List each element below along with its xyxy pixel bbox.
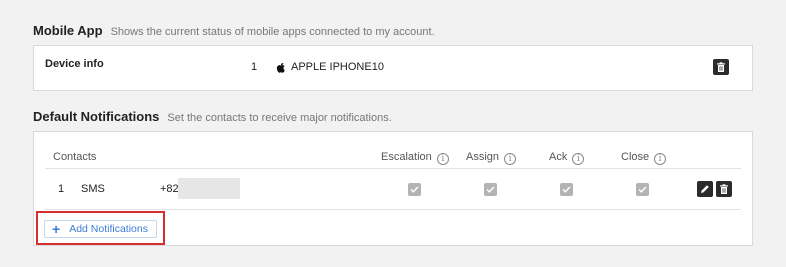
mobile-app-title: Mobile App bbox=[33, 23, 103, 38]
row-type: SMS bbox=[81, 183, 105, 195]
table-row: 1 SMS +82 bbox=[34, 169, 752, 209]
check-icon bbox=[562, 186, 571, 193]
add-notifications-label: Add Notifications bbox=[69, 223, 148, 235]
check-icon bbox=[486, 186, 495, 193]
close-checkbox[interactable] bbox=[636, 183, 649, 196]
column-ack: Ack i bbox=[549, 151, 585, 165]
column-close-label: Close bbox=[621, 151, 650, 163]
column-escalation: Escalation i bbox=[381, 151, 449, 165]
row-index: 1 bbox=[58, 183, 65, 195]
device-name: APPLE IPHONE10 bbox=[291, 61, 384, 73]
notifications-title: Default Notifications bbox=[33, 109, 160, 124]
check-icon bbox=[410, 186, 419, 193]
escalation-checkbox[interactable] bbox=[408, 183, 421, 196]
device-index: 1 bbox=[251, 61, 258, 73]
delete-device-button[interactable] bbox=[713, 59, 729, 75]
device-card: Device info 1 APPLE IPHONE10 bbox=[33, 45, 753, 91]
mobile-app-description: Shows the current status of mobile apps … bbox=[110, 26, 435, 38]
notifications-description: Set the contacts to receive major notifi… bbox=[167, 112, 392, 124]
apple-icon bbox=[276, 60, 286, 73]
column-ack-label: Ack bbox=[549, 151, 568, 163]
add-notifications-button[interactable]: + Add Notifications bbox=[44, 220, 157, 238]
column-assign: Assign i bbox=[466, 151, 517, 165]
notifications-card: Contacts Escalation i Assign i Ack i Close i… bbox=[33, 131, 753, 246]
check-icon bbox=[638, 186, 647, 193]
highlight-box: + Add Notifications bbox=[36, 211, 165, 245]
info-icon[interactable]: i bbox=[504, 153, 517, 165]
trash-icon bbox=[720, 184, 728, 194]
ack-checkbox[interactable] bbox=[560, 183, 573, 196]
info-icon[interactable]: i bbox=[572, 153, 585, 165]
plus-icon: + bbox=[52, 221, 61, 237]
notifications-header: Default Notifications Set the contacts t… bbox=[33, 109, 392, 124]
assign-checkbox[interactable] bbox=[484, 183, 497, 196]
column-contacts: Contacts bbox=[53, 151, 97, 163]
trash-icon bbox=[717, 62, 725, 72]
column-assign-label: Assign bbox=[466, 151, 500, 163]
row-divider bbox=[45, 209, 741, 210]
redacted-phone bbox=[178, 178, 240, 199]
column-escalation-label: Escalation bbox=[381, 151, 432, 163]
info-icon[interactable]: i bbox=[654, 153, 667, 165]
row-phone: +82 bbox=[160, 183, 179, 195]
mobile-app-header: Mobile App Shows the current status of m… bbox=[33, 23, 435, 38]
column-close: Close i bbox=[621, 151, 667, 165]
edit-contact-button[interactable] bbox=[697, 181, 713, 197]
info-icon[interactable]: i bbox=[436, 153, 449, 165]
pencil-icon bbox=[701, 185, 709, 193]
delete-contact-button[interactable] bbox=[716, 181, 732, 197]
device-info-label: Device info bbox=[45, 58, 104, 70]
